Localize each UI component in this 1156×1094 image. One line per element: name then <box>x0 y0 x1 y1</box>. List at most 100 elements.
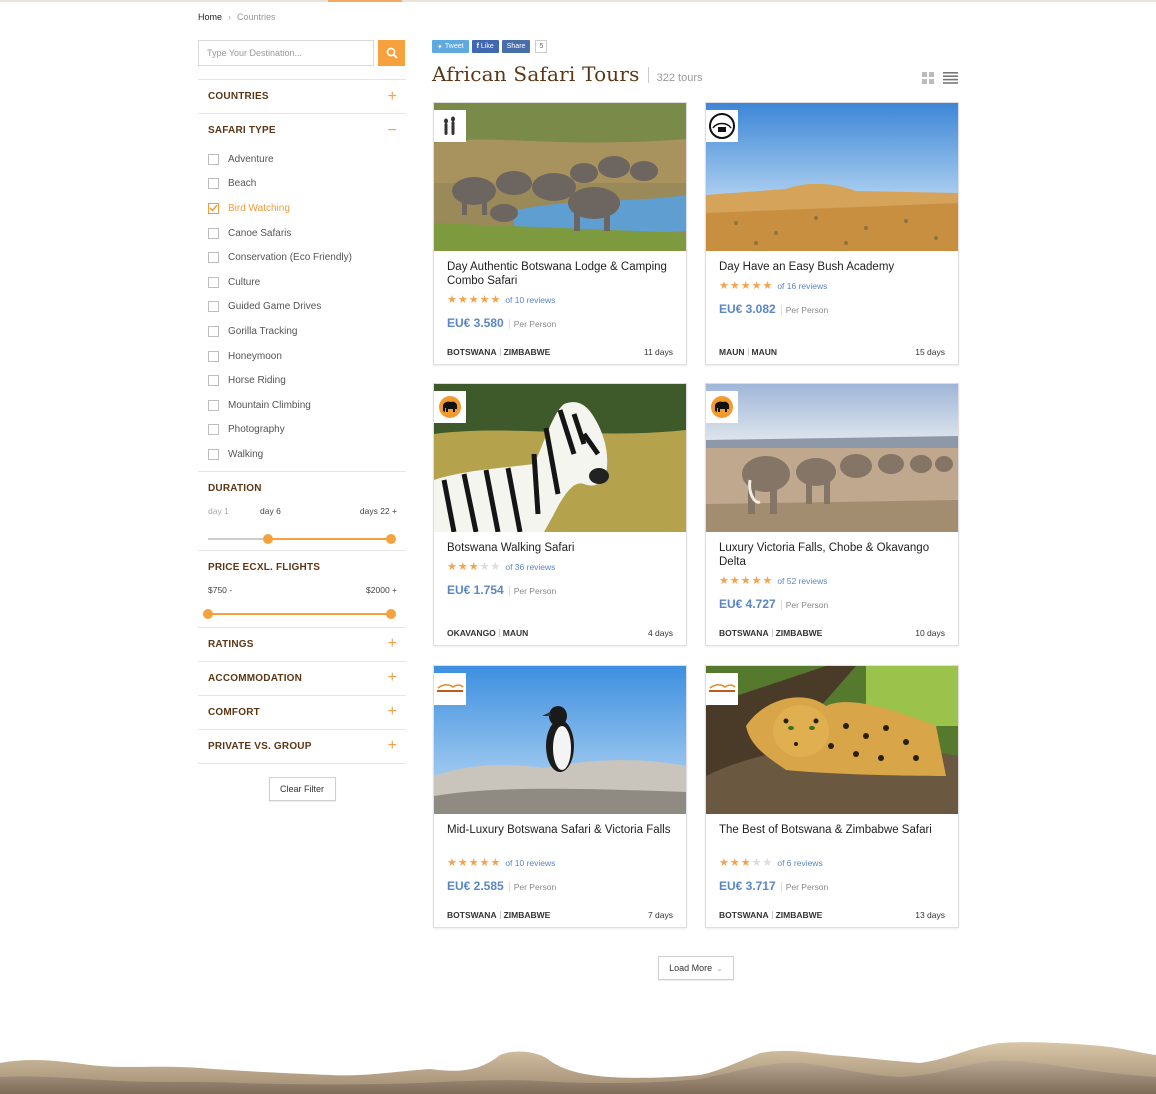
tour-card[interactable]: Day Have an Easy Bush Academy ★★★★★ of 16 … <box>705 102 959 365</box>
price-amount: EU€ 2.585 <box>447 879 504 893</box>
tour-title[interactable]: Luxury Victoria Falls, Chobe & Okavango … <box>719 541 944 569</box>
safari-type-option[interactable]: Canoe Safaris <box>208 221 396 246</box>
checkbox[interactable] <box>208 350 219 362</box>
duration-slider-track[interactable] <box>208 533 396 544</box>
checkbox[interactable] <box>208 375 219 387</box>
safari-type-option[interactable]: Photography <box>208 418 396 443</box>
tour-title[interactable]: Day Authentic Botswana Lodge & Camping C… <box>447 260 672 288</box>
safari-type-option[interactable]: Mountain Climbing <box>208 393 396 418</box>
tour-image-elephants-waterhole[interactable] <box>434 103 686 251</box>
review-count-link[interactable]: of 10 reviews <box>505 295 555 305</box>
accommodation-filter-header[interactable]: ACCOMMODATION + <box>198 662 406 695</box>
checkbox[interactable] <box>208 252 219 264</box>
search-button[interactable] <box>378 40 405 66</box>
review-count-link[interactable]: of 36 reviews <box>505 562 555 572</box>
checkbox[interactable] <box>208 178 219 190</box>
tour-title[interactable]: Mid-Luxury Botswana Safari & Victoria Fa… <box>447 823 672 837</box>
tour-country[interactable]: ZIMBABWE <box>776 910 823 920</box>
comfort-filter-header[interactable]: COMFORT + <box>198 696 406 729</box>
safari-type-option[interactable]: Gorilla Tracking <box>208 319 396 344</box>
safari-type-option[interactable]: Guided Game Drives <box>208 295 396 320</box>
tour-image-penguin[interactable] <box>434 666 686 814</box>
duration-min-handle[interactable] <box>263 533 274 544</box>
grid-view-icon[interactable] <box>922 72 934 84</box>
safari-type-option[interactable]: Walking <box>208 442 396 467</box>
duration-slider-range <box>268 537 391 540</box>
review-count-link[interactable]: of 6 reviews <box>777 858 822 868</box>
duration-max-handle[interactable] <box>386 533 396 544</box>
tour-image-leopard[interactable] <box>706 666 958 814</box>
checkbox[interactable] <box>208 424 219 436</box>
duration-slider[interactable]: day 1 day 6 days 22 + <box>198 506 406 550</box>
safari-type-filter-header[interactable]: SAFARI TYPE − <box>198 114 406 147</box>
checkbox[interactable] <box>208 276 219 288</box>
tour-country[interactable]: MAUN <box>719 347 745 357</box>
tour-count: 322 tours <box>656 72 703 84</box>
private-group-filter-header[interactable]: PRIVATE VS. GROUP + <box>198 730 406 763</box>
checkbox[interactable] <box>208 325 219 337</box>
safari-type-option[interactable]: Bird Watching <box>208 196 396 221</box>
breadcrumb-home-link[interactable]: Home <box>198 12 222 22</box>
review-count-link[interactable]: of 16 reviews <box>777 281 827 291</box>
price-min-handle[interactable] <box>203 608 213 619</box>
tour-country[interactable]: ZIMBABWE <box>504 347 551 357</box>
facebook-like-button[interactable]: f Like <box>471 40 499 53</box>
countries-filter-header[interactable]: COUNTRIES + <box>198 80 406 113</box>
review-count-link[interactable]: of 10 reviews <box>505 858 555 868</box>
tour-country[interactable]: BOTSWANA <box>447 347 497 357</box>
clear-filter-button[interactable]: Clear Filter <box>268 776 336 801</box>
tour-country[interactable]: MAUN <box>752 347 778 357</box>
tweet-button[interactable]: ✦ Tweet <box>432 40 469 53</box>
checkbox[interactable] <box>208 153 219 165</box>
tour-card[interactable]: The Best of Botswana & Zimbabwe Safari ★★… <box>705 665 959 928</box>
destination-search-input[interactable] <box>198 40 374 66</box>
tour-card[interactable]: Day Authentic Botswana Lodge & Camping C… <box>433 102 687 365</box>
price-slider-track[interactable] <box>203 608 396 619</box>
tour-image-zebra[interactable] <box>434 384 686 532</box>
review-count-link[interactable]: of 52 reviews <box>777 576 827 586</box>
checkbox[interactable] <box>208 448 219 460</box>
countries-filter: COUNTRIES + <box>198 79 406 113</box>
tour-title[interactable]: Botswana Walking Safari <box>447 541 672 555</box>
expand-plus-icon[interactable]: + <box>388 670 397 686</box>
star-rating-icon: ★★★★★ <box>719 575 774 587</box>
share-button[interactable]: Share <box>501 40 531 53</box>
collapse-minus-icon[interactable]: − <box>388 122 397 139</box>
tour-title[interactable]: Day Have an Easy Bush Academy <box>719 260 944 274</box>
price-slider[interactable]: $750 - $2000 + <box>198 585 406 627</box>
tour-countries: OKAVANGO MAUN <box>447 628 528 638</box>
price-max-handle[interactable] <box>386 608 396 619</box>
safari-type-option[interactable]: Culture <box>208 270 396 295</box>
tour-card[interactable]: Botswana Walking Safari ★★★★★ of 36 review… <box>433 383 687 646</box>
safari-type-option[interactable]: Honeymoon <box>208 344 396 369</box>
safari-type-option[interactable]: Adventure <box>208 147 396 172</box>
checkbox[interactable] <box>208 399 219 411</box>
price-unit: Per Person <box>508 882 556 892</box>
tour-image-desert-plain[interactable] <box>706 103 958 251</box>
load-more-button[interactable]: Load More ⌄ <box>658 956 734 980</box>
tour-card[interactable]: Luxury Victoria Falls, Chobe & Okavango … <box>705 383 959 646</box>
ratings-filter-header[interactable]: RATINGS + <box>198 628 406 661</box>
tour-country[interactable]: ZIMBABWE <box>776 628 823 638</box>
tour-country[interactable]: BOTSWANA <box>719 628 769 638</box>
tour-country[interactable]: ZIMBABWE <box>504 910 551 920</box>
tour-country[interactable]: OKAVANGO <box>447 628 496 638</box>
tour-image-elephant-herd[interactable] <box>706 384 958 532</box>
expand-plus-icon[interactable]: + <box>388 88 397 105</box>
tour-title[interactable]: The Best of Botswana & Zimbabwe Safari <box>719 823 944 837</box>
expand-plus-icon[interactable]: + <box>388 704 397 720</box>
checkbox[interactable] <box>208 227 219 239</box>
safari-type-option[interactable]: Horse Riding <box>208 368 396 393</box>
expand-plus-icon[interactable]: + <box>388 636 397 652</box>
list-view-icon[interactable] <box>943 72 958 84</box>
tour-country[interactable]: BOTSWANA <box>447 910 497 920</box>
checkbox[interactable] <box>208 202 219 214</box>
safari-type-option[interactable]: Conservation (Eco Friendly) <box>208 245 396 270</box>
tour-card[interactable]: Mid-Luxury Botswana Safari & Victoria Fa… <box>433 665 687 928</box>
expand-plus-icon[interactable]: + <box>388 738 397 754</box>
tour-country[interactable]: MAUN <box>503 628 529 638</box>
tour-country[interactable]: BOTSWANA <box>719 910 769 920</box>
safari-type-option[interactable]: Beach <box>208 172 396 197</box>
checkbox[interactable] <box>208 301 219 313</box>
safari-type-filter: SAFARI TYPE − Adventure Beach Bird Watchin… <box>198 113 406 471</box>
